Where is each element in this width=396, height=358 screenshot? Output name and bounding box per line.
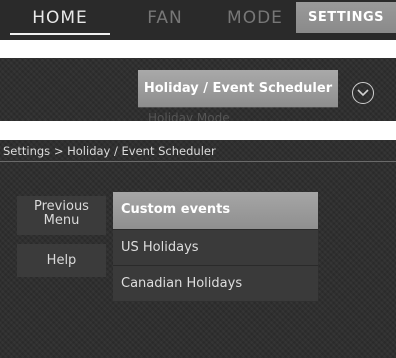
expand-menu-button[interactable]: [352, 82, 374, 104]
scheduler-menu-strip: Holiday / Event Scheduler Holiday Mode: [0, 58, 396, 121]
list-item-canadian-holidays[interactable]: Canadian Holidays: [113, 265, 318, 301]
chevron-down-icon: [357, 89, 369, 97]
event-type-list: Custom events US Holidays Canadian Holid…: [113, 192, 318, 301]
list-item-us-holidays[interactable]: US Holidays: [113, 229, 318, 265]
holiday-event-scheduler-button[interactable]: Holiday / Event Scheduler: [138, 70, 338, 107]
list-item-custom-events[interactable]: Custom events: [113, 192, 318, 229]
top-tab-bar: HOME FAN MODE SETTINGS: [0, 0, 396, 40]
breadcrumb: Settings > Holiday / Event Scheduler: [0, 140, 396, 162]
active-tab-underline: [10, 33, 110, 35]
tab-home[interactable]: HOME: [0, 0, 120, 34]
holiday-mode-partial-item[interactable]: Holiday Mode: [148, 110, 328, 121]
tab-fan[interactable]: FAN: [120, 0, 210, 34]
settings-screen: Settings > Holiday / Event Scheduler Pre…: [0, 140, 396, 358]
tab-mode[interactable]: MODE: [210, 0, 300, 34]
previous-menu-button[interactable]: Previous Menu: [17, 196, 106, 235]
tab-settings[interactable]: SETTINGS: [296, 2, 396, 33]
help-button[interactable]: Help: [17, 244, 106, 277]
